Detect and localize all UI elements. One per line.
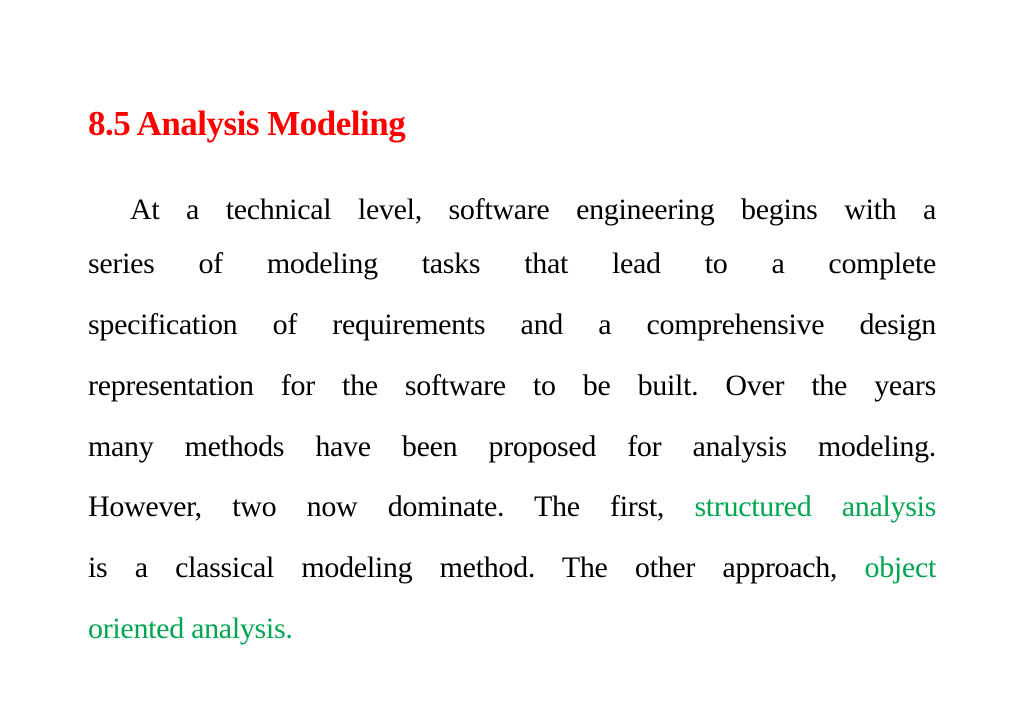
paragraph-line: However, two now dominate. The first, st… [88, 487, 936, 527]
line-text: However, two now dominate. The first, [88, 490, 665, 523]
paragraph-line: At a technical level, software engineeri… [130, 190, 936, 230]
paragraph-line: series of modeling tasks that lead to a … [88, 244, 936, 284]
line-text: specification of requirements and a comp… [88, 308, 936, 341]
line-text: At a technical level, software engineeri… [130, 193, 936, 226]
line-text: many methods have been proposed for anal… [88, 430, 936, 463]
slide-title: 8.5 Analysis Modeling [88, 104, 406, 143]
paragraph-line: many methods have been proposed for anal… [88, 427, 936, 467]
paragraph-line: representation for the software to be bu… [88, 366, 936, 406]
line-text: series of modeling tasks that lead to a … [88, 247, 936, 280]
highlight-object: object [864, 551, 937, 584]
paragraph-line: oriented analysis. [88, 609, 936, 649]
line-text: is a classical modeling method. The othe… [88, 551, 838, 584]
highlight-oriented-analysis: oriented analysis. [88, 612, 293, 645]
line-text: representation for the software to be bu… [88, 369, 936, 402]
paragraph-line: is a classical modeling method. The othe… [88, 548, 936, 588]
paragraph-line: specification of requirements and a comp… [88, 305, 936, 345]
highlight-structured-analysis: structured analysis [694, 490, 936, 523]
